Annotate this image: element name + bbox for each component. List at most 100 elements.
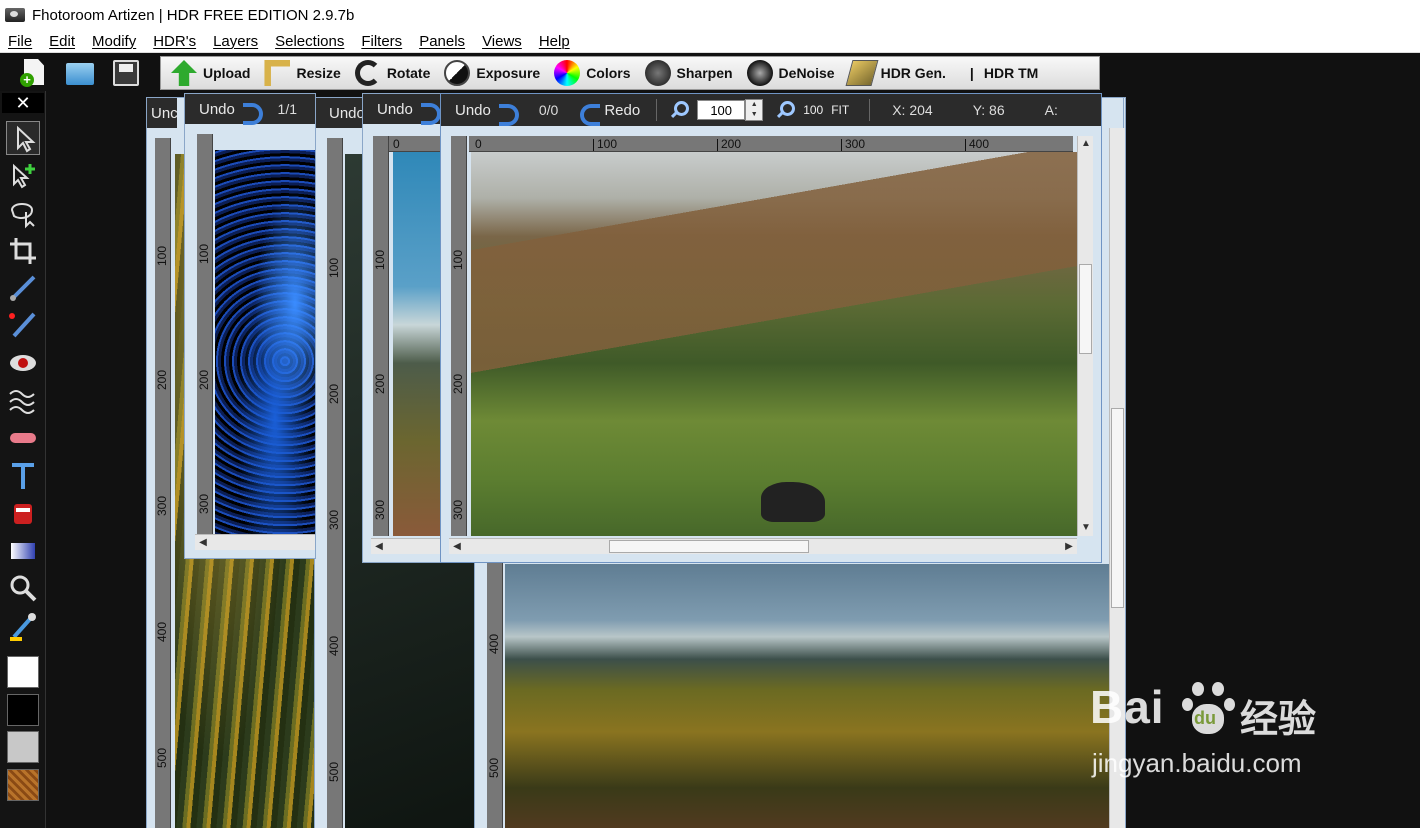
color-brush-tool[interactable] — [6, 308, 40, 342]
scroll-left-arrow-icon[interactable]: ◀ — [371, 539, 387, 555]
save-file-button[interactable] — [110, 57, 142, 89]
zoom-in-icon[interactable] — [669, 100, 690, 120]
doc-toolbar-back-2: Undo 1/1 — [185, 94, 315, 125]
undo-arrow-icon[interactable] — [495, 99, 519, 126]
select-tool[interactable] — [6, 121, 40, 155]
scroll-left-arrow-icon[interactable]: ◀ — [449, 539, 465, 555]
menu-edit[interactable]: Edit — [49, 33, 75, 50]
rotate-button[interactable]: Rotate — [354, 58, 431, 88]
redo-arrow-icon[interactable] — [576, 99, 601, 126]
denoise-icon — [746, 60, 773, 86]
menu-help[interactable]: Help — [539, 33, 570, 50]
scroll-left-arrow-icon[interactable]: ◀ — [195, 535, 211, 551]
undo-label-back-1[interactable]: Unc — [151, 105, 178, 122]
brush-tool[interactable] — [6, 271, 40, 305]
open-file-button[interactable] — [64, 57, 96, 89]
rotate-label: Rotate — [386, 65, 431, 81]
undo-label-back-2[interactable]: Undo — [199, 101, 235, 118]
menu-layers[interactable]: Layers — [213, 33, 258, 50]
ruler-label: 400 — [155, 621, 169, 642]
ruler-label: 100 — [451, 249, 465, 270]
menu-selections[interactable]: Selections — [275, 33, 344, 50]
menu-file[interactable]: File — [8, 33, 32, 50]
ruler-label: 400 — [969, 137, 990, 151]
text-t-icon — [12, 463, 34, 489]
menu-hdrs[interactable]: HDR's — [153, 33, 196, 50]
zoom-fit-button[interactable]: FIT — [831, 103, 849, 117]
zoom-input[interactable] — [697, 100, 746, 120]
zoom-tool[interactable] — [6, 571, 40, 605]
exposure-label: Exposure — [476, 65, 541, 81]
text-tool[interactable] — [6, 459, 40, 493]
cursor-x-readout: X: 204 — [892, 102, 933, 118]
eye-icon — [10, 355, 36, 371]
scrollbar-thumb[interactable] — [609, 540, 809, 553]
ruler-label: 200 — [451, 373, 465, 394]
close-tools-button[interactable]: ✕ — [2, 93, 44, 113]
scrollbar-thumb[interactable] — [1079, 264, 1092, 354]
gray-color-swatch[interactable] — [7, 731, 39, 763]
menu-filters[interactable]: Filters — [361, 33, 402, 50]
ruler-label: 300 — [845, 137, 866, 151]
menu-panels[interactable]: Panels — [419, 33, 465, 50]
menu-views[interactable]: Views — [482, 33, 522, 50]
ruler-tick — [593, 139, 594, 151]
lasso-tool[interactable] — [6, 196, 40, 230]
resize-button[interactable]: Resize — [264, 58, 341, 88]
zoom-100-button[interactable]: 100 — [803, 103, 823, 117]
scroll-right-arrow-icon[interactable]: ▶ — [1061, 539, 1077, 555]
ruler-tick — [841, 139, 842, 151]
denoise-button[interactable]: DeNoise — [746, 58, 835, 88]
scroll-down-arrow-icon[interactable]: ▼ — [1078, 520, 1094, 536]
texture-swatch[interactable] — [7, 769, 39, 801]
menu-modify[interactable]: Modify — [92, 33, 136, 50]
upload-arrow-icon — [171, 60, 197, 86]
undo-label-front[interactable]: Undo — [455, 102, 491, 119]
stepper-down-icon[interactable]: ▼ — [746, 110, 762, 120]
smudge-tool[interactable] — [6, 384, 40, 418]
undo-arrow-icon[interactable] — [239, 98, 263, 125]
new-file-button[interactable]: + — [18, 57, 50, 89]
document-window-back-2[interactable]: Undo 1/1 100 200 300 ◀ — [184, 93, 316, 559]
eyedropper-icon — [10, 613, 36, 641]
alpha-readout: A: — [1044, 102, 1058, 118]
sharpen-button[interactable]: Sharpen — [644, 58, 733, 88]
color-picker-tool[interactable] — [6, 609, 40, 643]
exposure-button[interactable]: Exposure — [444, 58, 540, 88]
redo-label-front[interactable]: Redo — [604, 102, 640, 119]
background-color-swatch[interactable] — [7, 694, 39, 726]
vertical-ruler-back-1: 100 200 300 400 500 — [155, 138, 171, 828]
ruler-label: 0 — [475, 137, 482, 151]
toolbar-divider — [656, 99, 658, 121]
red-eye-tool[interactable] — [6, 346, 40, 380]
app-eye-icon — [5, 8, 25, 22]
scrollbar-thumb[interactable] — [1111, 408, 1124, 608]
scroll-up-arrow-icon[interactable]: ▲ — [1078, 136, 1094, 152]
undo-arrow-icon[interactable] — [417, 98, 441, 125]
zoom-stepper[interactable]: ▲ ▼ — [745, 99, 764, 121]
zoom-out-icon[interactable] — [775, 100, 796, 120]
gradient-tool[interactable] — [6, 534, 40, 568]
ruler-label: 200 — [373, 373, 387, 394]
stepper-up-icon[interactable]: ▲ — [746, 100, 762, 110]
hdr-gen-label: HDR Gen. — [880, 65, 946, 81]
vertical-scrollbar-front[interactable]: ▲ ▼ — [1077, 136, 1093, 536]
upload-button[interactable]: Upload — [171, 58, 250, 88]
add-selection-tool[interactable] — [6, 158, 40, 192]
undo-label-back-4[interactable]: Undo — [377, 101, 413, 118]
eraser-tool[interactable] — [6, 421, 40, 455]
crop-tool[interactable] — [6, 234, 40, 268]
hdr-gen-button[interactable]: HDR Gen. — [845, 58, 946, 88]
ruler-label: 300 — [155, 495, 169, 516]
document-window-front[interactable]: Undo 0/0 Redo ▲▼ 100 FIT X: 204 Y: 86 A:… — [440, 93, 1102, 563]
gradient-icon — [11, 543, 35, 559]
fill-tool[interactable] — [6, 496, 40, 530]
colors-button[interactable]: Colors — [554, 58, 631, 88]
horizontal-scrollbar-back-2[interactable]: ◀ — [195, 534, 315, 550]
color-wheel-icon — [554, 60, 581, 86]
red-dot-brush-icon — [9, 312, 36, 338]
foreground-color-swatch[interactable] — [7, 656, 39, 688]
horizontal-scrollbar-front[interactable]: ◀ ▶ — [449, 538, 1077, 554]
hdr-tm-button[interactable]: HDR TM — [984, 58, 1038, 88]
undo-label-back-3[interactable]: Undo — [329, 105, 365, 122]
